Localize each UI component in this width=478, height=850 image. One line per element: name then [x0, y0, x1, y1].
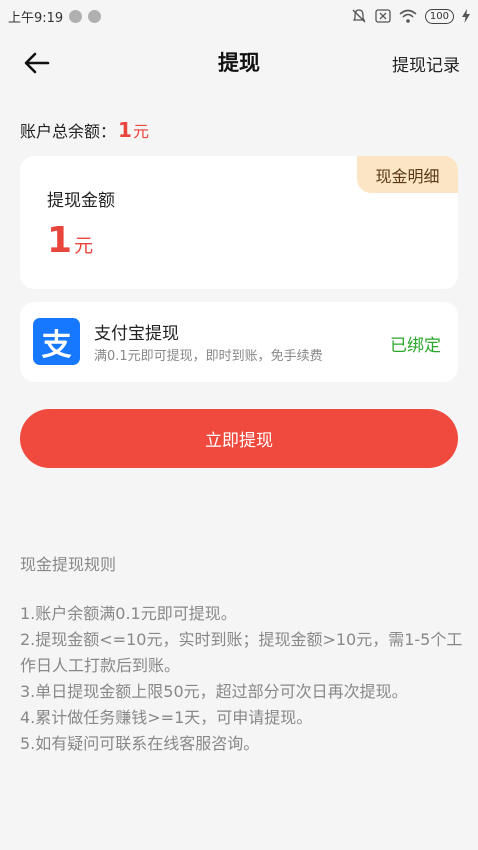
rule-item: 5.如有疑问可联系在线客服咨询。: [20, 734, 260, 753]
battery-icon: 100: [424, 8, 454, 24]
rule-item: 3.单日提现金额上限50元，超过部分可次日再次提现。: [20, 682, 408, 701]
withdraw-record-link[interactable]: 提现记录: [392, 51, 460, 76]
withdraw-amount-unit: 元: [74, 235, 94, 257]
mute-bell-icon: [352, 9, 366, 23]
alipay-bound-status: 已绑定: [390, 336, 441, 356]
back-button[interactable]: [20, 46, 54, 80]
status-time: 上午9:19: [8, 10, 64, 26]
wifi-icon: [399, 9, 417, 23]
withdraw-amount-number: 1: [47, 220, 73, 261]
withdraw-amount-card: 现金明细 提现金额 1 元: [20, 156, 458, 289]
notification-dot-icon: [69, 9, 83, 23]
rule-item: 4.累计做任务赚钱>=1天，可申请提现。: [20, 708, 313, 727]
withdraw-now-button[interactable]: 立即提现: [20, 409, 458, 468]
balance-unit: 元: [132, 122, 149, 141]
rule-item: 2.提现金额<=10元，实时到账；提现金额>10元，需1-5个工作日人工打款后到…: [20, 630, 463, 675]
balance-label: 账户总余额：: [20, 122, 117, 141]
rules-title: 现金提现规则: [20, 555, 117, 574]
rules-list: 1.账户余额满0.1元即可提现。 2.提现金额<=10元，实时到账；提现金额>1…: [20, 601, 465, 757]
arrow-left-icon: [24, 52, 50, 74]
status-right: 100: [351, 8, 470, 24]
withdraw-amount-value: 1 元: [47, 220, 93, 261]
page-title: 提现: [218, 51, 260, 75]
alipay-withdraw-option[interactable]: 支 支付宝提现 满0.1元即可提现，即时到账，免手续费 已绑定: [20, 302, 458, 382]
sim-off-icon: [375, 9, 391, 23]
balance-amount: 1: [118, 118, 132, 142]
status-left: 上午9:19: [8, 7, 102, 26]
charging-icon: [462, 9, 470, 23]
alipay-icon: 支: [33, 318, 80, 365]
status-bar: 上午9:19 100: [0, 0, 478, 32]
cash-detail-button[interactable]: 现金明细: [357, 156, 458, 193]
notification-dot-icon: [88, 9, 102, 23]
withdraw-amount-label: 提现金额: [47, 191, 115, 211]
rule-item: 1.账户余额满0.1元即可提现。: [20, 604, 237, 623]
header: 提现 提现记录: [0, 32, 478, 92]
alipay-subtitle: 满0.1元即可提现，即时到账，免手续费: [94, 349, 323, 364]
account-balance: 账户总余额： 1 元: [20, 118, 149, 142]
alipay-title: 支付宝提现: [94, 324, 179, 344]
